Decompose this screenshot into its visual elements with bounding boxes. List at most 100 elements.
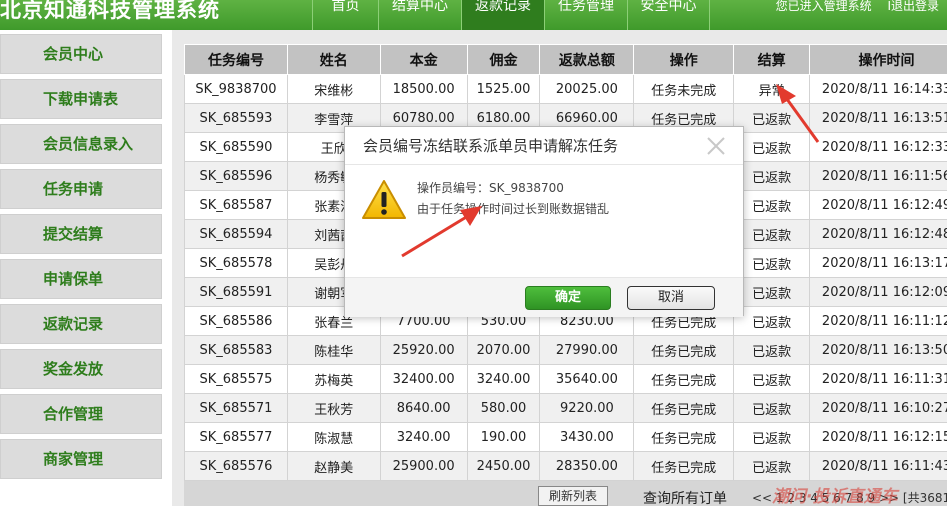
sidebar-item-submit-settlement[interactable]: 提交结算 <box>0 214 162 254</box>
table-header-row: 任务编号 姓名 本金 佣金 返款总额 操作 结算 操作时间 <box>184 44 947 75</box>
dialog-message: 由于任务操作时间过长到账数据错乱 <box>417 202 610 216</box>
warning-icon <box>362 180 406 219</box>
cell-settlement: 已返款 <box>733 161 811 191</box>
table-row: SK_685571 王秋芳 8640.00 580.00 9220.00 任务已完成 已返款… <box>184 393 947 423</box>
cell-operation-time: 2020/8/11 16:10:27 <box>809 393 947 423</box>
header-settlement: 结算 <box>733 44 811 75</box>
cell-task-id: SK_685594 <box>184 219 288 249</box>
cell-operation-time: 2020/8/11 16:11:12 <box>809 306 947 336</box>
cell-settlement: 已返款 <box>733 364 811 394</box>
cell-operation: 任务已完成 <box>633 422 735 452</box>
cell-refund-total: 35640.00 <box>539 364 635 394</box>
cell-principal: 25920.00 <box>379 335 468 365</box>
cell-settlement: 已返款 <box>733 422 811 452</box>
sidebar-item-member-info-entry[interactable]: 会员信息录入 <box>0 124 162 164</box>
cell-operation-time: 2020/8/11 16:12:15 <box>809 422 947 452</box>
cell-settlement: 已返款 <box>733 219 811 249</box>
cell-operation-time: 2020/8/11 16:11:56 <box>809 161 947 191</box>
sidebar-item-apply-policy[interactable]: 申请保单 <box>0 259 162 299</box>
cell-task-id: SK_685576 <box>184 451 288 481</box>
app-title: 北京知通科技管理系统 <box>0 0 220 22</box>
cell-operation-time: 2020/8/11 16:13:17 <box>809 248 947 278</box>
cell-operation-time: 2020/8/11 16:13:50 <box>809 335 947 365</box>
logout-link[interactable]: I退出登录 <box>887 0 939 13</box>
cell-task-id: SK_9838700 <box>184 74 288 104</box>
cell-principal: 18500.00 <box>379 74 468 104</box>
cell-task-id: SK_685591 <box>184 277 288 307</box>
cell-settlement: 已返款 <box>733 248 811 278</box>
cell-operation-time: 2020/8/11 16:11:43 <box>809 451 947 481</box>
cell-operation: 任务未完成 <box>633 74 735 104</box>
sidebar-item-member-center[interactable]: 会员中心 <box>0 34 162 74</box>
cell-operation-time: 2020/8/11 16:11:31 <box>809 364 947 394</box>
nav-settlement-center[interactable]: 结算中心 <box>378 0 461 30</box>
cell-principal: 32400.00 <box>379 364 468 394</box>
refresh-list-button[interactable]: 刷新列表 <box>538 486 608 506</box>
cell-operation: 任务已完成 <box>633 335 735 365</box>
table-row: SK_685583 陈桂华 25920.00 2070.00 27990.00 任务已完成… <box>184 335 947 365</box>
cell-task-id: SK_685571 <box>184 393 288 423</box>
cell-task-id: SK_685586 <box>184 306 288 336</box>
cell-task-id: SK_685583 <box>184 335 288 365</box>
user-links: 您已进入管理系统 I退出登录 <box>776 0 939 12</box>
table-row: SK_685575 苏梅英 32400.00 3240.00 35640.00 任务已完成… <box>184 364 947 394</box>
cell-operation: 任务已完成 <box>633 393 735 423</box>
header-name: 姓名 <box>286 44 381 75</box>
cell-name: 苏梅英 <box>286 364 381 394</box>
sidebar-item-refund-records[interactable]: 返款记录 <box>0 304 162 344</box>
cell-settlement: 已返款 <box>733 451 811 481</box>
header-commission: 佣金 <box>466 44 541 75</box>
sidebar-item-merchant[interactable]: 商家管理 <box>0 439 162 479</box>
query-all-orders-link[interactable]: 查询所有订单 <box>643 488 727 506</box>
cell-commission: 2070.00 <box>466 335 541 365</box>
cell-refund-total: 3430.00 <box>539 422 635 452</box>
close-icon[interactable] <box>705 135 727 157</box>
dialog-footer: 确定 取消 <box>345 277 743 317</box>
nav-home[interactable]: 首页 <box>312 0 378 30</box>
top-header: 北京知通科技管理系统 首页 结算中心 返款记录 任务管理 安全中心 您已进入管理… <box>0 0 947 30</box>
cell-commission: 2450.00 <box>466 451 541 481</box>
nav-security-center[interactable]: 安全中心 <box>627 0 710 30</box>
cell-principal: 3240.00 <box>379 422 468 452</box>
cell-settlement: 已返款 <box>733 132 811 162</box>
cell-task-id: SK_685577 <box>184 422 288 452</box>
user-status-text: 您已进入管理系统 <box>775 0 872 13</box>
header-task-id: 任务编号 <box>184 44 288 75</box>
watermark-text: 潮问·投诉直通车 <box>772 487 898 506</box>
cell-commission: 580.00 <box>466 393 541 423</box>
cell-task-id: SK_685587 <box>184 190 288 220</box>
cancel-button[interactable]: 取消 <box>627 286 715 310</box>
nav-refund-records[interactable]: 返款记录 <box>461 0 544 30</box>
cell-principal: 25900.00 <box>379 451 468 481</box>
table-row: SK_685576 赵静美 25900.00 2450.00 28350.00 任务已完成… <box>184 451 947 481</box>
cell-name: 陈淑慧 <box>286 422 381 452</box>
cell-operation: 任务已完成 <box>633 451 735 481</box>
cell-commission: 190.00 <box>466 422 541 452</box>
cell-operation-time: 2020/8/11 16:13:51 <box>809 103 947 133</box>
cell-refund-total: 9220.00 <box>539 393 635 423</box>
sidebar-item-task-apply[interactable]: 任务申请 <box>0 169 162 209</box>
nav-task-management[interactable]: 任务管理 <box>544 0 627 30</box>
cell-refund-total: 20025.00 <box>539 74 635 104</box>
cell-name: 赵静美 <box>286 451 381 481</box>
cell-settlement: 已返款 <box>733 277 811 307</box>
cell-refund-total: 28350.00 <box>539 451 635 481</box>
cell-name: 王秋芳 <box>286 393 381 423</box>
cell-settlement: 已返款 <box>733 190 811 220</box>
cell-settlement: 已返款 <box>733 306 811 336</box>
cell-task-id: SK_685590 <box>184 132 288 162</box>
header-principal: 本金 <box>379 44 468 75</box>
top-nav: 首页 结算中心 返款记录 任务管理 安全中心 <box>312 0 710 30</box>
sidebar-item-cooperation[interactable]: 合作管理 <box>0 394 162 434</box>
sidebar-item-download-form[interactable]: 下载申请表 <box>0 79 162 119</box>
sidebar: 会员中心 下载申请表 会员信息录入 任务申请 提交结算 申请保单 返款记录 奖金… <box>0 30 172 506</box>
confirm-button[interactable]: 确定 <box>525 286 611 310</box>
cell-operation-time: 2020/8/11 16:12:48 <box>809 219 947 249</box>
cell-commission: 1525.00 <box>466 74 541 104</box>
sidebar-item-bonus-payout[interactable]: 奖金发放 <box>0 349 162 389</box>
cell-refund-total: 27990.00 <box>539 335 635 365</box>
cell-operation: 任务已完成 <box>633 364 735 394</box>
cell-settlement: 已返款 <box>733 335 811 365</box>
cell-task-id: SK_685593 <box>184 103 288 133</box>
cell-operation-time: 2020/8/11 16:14:33 <box>809 74 947 104</box>
